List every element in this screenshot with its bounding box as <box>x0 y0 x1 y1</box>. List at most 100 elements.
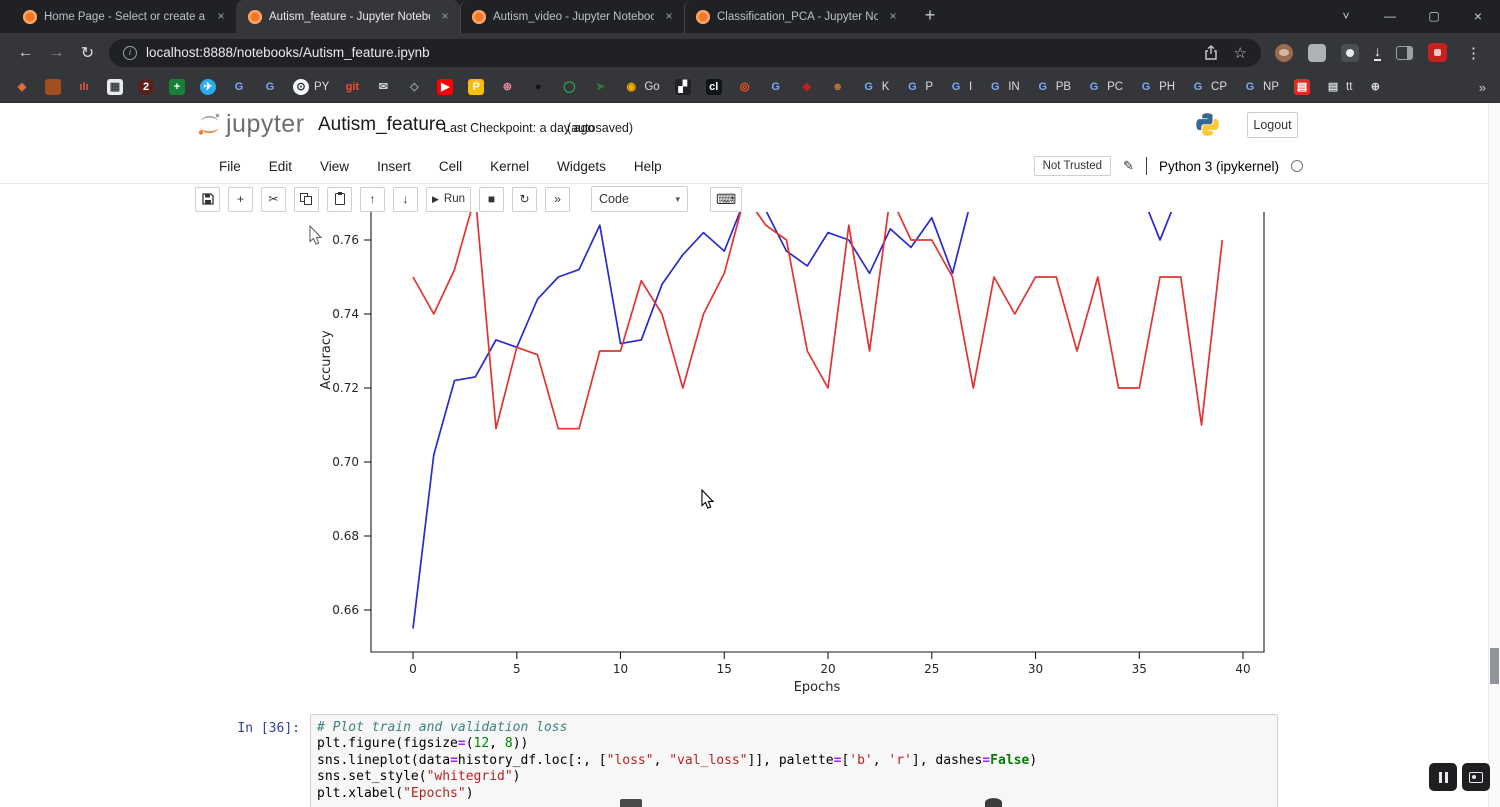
restart-run-all-button[interactable]: » <box>545 187 570 212</box>
bookmark-item[interactable]: 2 <box>138 79 154 95</box>
extension-monkey-icon[interactable] <box>1275 44 1293 62</box>
bookmark-item[interactable]: ➤ <box>592 79 608 95</box>
minimize-button[interactable]: — <box>1368 9 1412 23</box>
menu-view[interactable]: View <box>306 159 363 174</box>
browser-tab[interactable]: Autism_video - Jupyter Noteboo× <box>460 0 684 33</box>
bookmark-item[interactable]: ılı <box>76 79 92 95</box>
code-cell[interactable]: # Plot train and validation lossplt.figu… <box>310 714 1278 807</box>
interrupt-kernel-button[interactable]: ■ <box>479 187 504 212</box>
tab-close-icon[interactable]: × <box>661 9 677 25</box>
bookmark-item[interactable]: GCP <box>1190 79 1227 95</box>
bookmark-item[interactable]: cl <box>706 79 722 95</box>
bookmark-item[interactable]: ✉ <box>375 79 391 95</box>
bookmark-item[interactable]: ▞ <box>675 79 691 95</box>
picture-in-picture-button[interactable] <box>1462 763 1490 791</box>
bookmark-item[interactable]: GI <box>948 79 972 95</box>
new-tab-button[interactable]: + <box>918 5 942 26</box>
bookmark-item[interactable]: git <box>344 79 360 95</box>
cell-type-dropdown[interactable]: Code ▾ <box>591 186 688 212</box>
bookmark-item[interactable]: GPC <box>1086 79 1123 95</box>
bookmark-item[interactable]: ● <box>530 79 546 95</box>
bookmark-item[interactable]: ▤tt <box>1325 79 1352 95</box>
bookmark-star-icon[interactable]: ☆ <box>1234 44 1247 62</box>
profile-avatar[interactable] <box>1428 43 1447 62</box>
bookmark-item[interactable] <box>45 79 61 95</box>
bookmark-item[interactable]: ◯ <box>561 79 577 95</box>
cut-cell-button[interactable]: ✂ <box>261 187 286 212</box>
bookmark-item[interactable]: + <box>169 79 185 95</box>
move-cell-up-button[interactable]: ↑ <box>360 187 385 212</box>
browser-tab[interactable]: Autism_feature - Jupyter Notebo× <box>236 0 460 33</box>
browser-menu-icon[interactable]: ⋮ <box>1462 44 1485 62</box>
bookmark-item[interactable]: ▶ <box>437 79 453 95</box>
forward-button[interactable]: → <box>41 44 72 62</box>
bookmark-item[interactable]: ☻ <box>830 79 846 95</box>
browser-tab[interactable]: Home Page - Select or create a n× <box>12 0 236 33</box>
media-pause-button[interactable] <box>1429 763 1457 791</box>
bookmark-item[interactable]: ◇ <box>406 79 422 95</box>
scrollbar-thumb[interactable] <box>1490 648 1499 684</box>
move-cell-down-button[interactable]: ↓ <box>393 187 418 212</box>
menu-help[interactable]: Help <box>620 159 676 174</box>
bookmark-item[interactable]: GPB <box>1035 79 1071 95</box>
downloads-icon[interactable]: ↓ <box>1374 44 1381 61</box>
extension-dark-icon[interactable] <box>1341 44 1359 62</box>
bookmark-item[interactable]: ✈ <box>200 79 216 95</box>
bookmark-item[interactable]: ▦ <box>107 79 123 95</box>
tab-search-chevron-icon[interactable]: ˅ <box>1324 9 1368 23</box>
menu-widgets[interactable]: Widgets <box>543 159 620 174</box>
extension-gray-icon[interactable] <box>1308 44 1326 62</box>
command-palette-button[interactable]: ⌨ <box>710 187 742 212</box>
bookmark-item[interactable]: GIN <box>987 79 1020 95</box>
bookmark-item[interactable]: ⊛ <box>499 79 515 95</box>
menu-cell[interactable]: Cell <box>425 159 476 174</box>
close-window-button[interactable]: × <box>1456 8 1500 24</box>
logout-button[interactable]: Logout <box>1247 112 1298 138</box>
reload-button[interactable]: ↻ <box>72 43 103 63</box>
copy-cell-button[interactable] <box>294 187 319 212</box>
share-icon[interactable] <box>1204 45 1218 60</box>
tab-close-icon[interactable]: × <box>885 9 901 25</box>
bookmark-item[interactable]: G <box>231 79 247 95</box>
restart-kernel-button[interactable]: ↻ <box>512 187 537 212</box>
bookmark-item[interactable]: GNP <box>1242 79 1279 95</box>
edit-title-pencil-icon[interactable]: ✎ <box>1123 158 1134 174</box>
run-cell-button[interactable]: ▶Run <box>426 187 471 212</box>
bookmark-favicon: + <box>169 79 185 95</box>
bookmark-item[interactable]: ◆ <box>14 79 30 95</box>
trust-status-button[interactable]: Not Trusted <box>1034 156 1111 176</box>
menu-insert[interactable]: Insert <box>363 159 425 174</box>
bookmark-favicon: ➤ <box>592 79 608 95</box>
menu-file[interactable]: File <box>205 159 255 174</box>
bookmark-item[interactable]: G <box>262 79 278 95</box>
bookmark-item[interactable]: ◎ <box>737 79 753 95</box>
bookmark-item[interactable]: ◉Go <box>623 79 659 95</box>
add-cell-button[interactable]: + <box>228 187 253 212</box>
bookmark-item[interactable]: G <box>768 79 784 95</box>
tab-close-icon[interactable]: × <box>213 9 229 25</box>
bookmark-item[interactable]: ⊕ <box>1367 79 1383 95</box>
jupyter-logo[interactable]: jupyter <box>196 110 305 139</box>
back-button[interactable]: ← <box>10 44 41 62</box>
side-panel-icon[interactable] <box>1396 46 1413 60</box>
bookmark-item[interactable]: GK <box>861 79 890 95</box>
bookmark-item[interactable]: ⊙PY <box>293 79 329 95</box>
page-scrollbar[interactable] <box>1488 103 1500 807</box>
site-info-icon[interactable]: i <box>123 46 137 60</box>
bookmark-item[interactable]: P <box>468 79 484 95</box>
paste-cell-button[interactable] <box>327 187 352 212</box>
bookmark-item[interactable]: GP <box>904 79 933 95</box>
tab-close-icon[interactable]: × <box>437 9 453 25</box>
save-button[interactable] <box>195 187 220 212</box>
maximize-button[interactable]: ▢ <box>1412 9 1456 23</box>
notebook-title[interactable]: Autism_feature <box>318 114 446 136</box>
code-editor[interactable]: # Plot train and validation lossplt.figu… <box>317 720 1271 802</box>
bookmark-item[interactable]: GPH <box>1138 79 1175 95</box>
menu-edit[interactable]: Edit <box>255 159 306 174</box>
bookmark-item[interactable]: ◆ <box>799 79 815 95</box>
bookmark-item[interactable]: ▤ <box>1294 79 1310 95</box>
bookmarks-overflow-icon[interactable]: » <box>1479 80 1486 95</box>
browser-tab[interactable]: Classification_PCA - Jupyter Not× <box>684 0 908 33</box>
address-bar[interactable]: i localhost:8888/notebooks/Autism_featur… <box>109 39 1261 67</box>
menu-kernel[interactable]: Kernel <box>476 159 543 174</box>
